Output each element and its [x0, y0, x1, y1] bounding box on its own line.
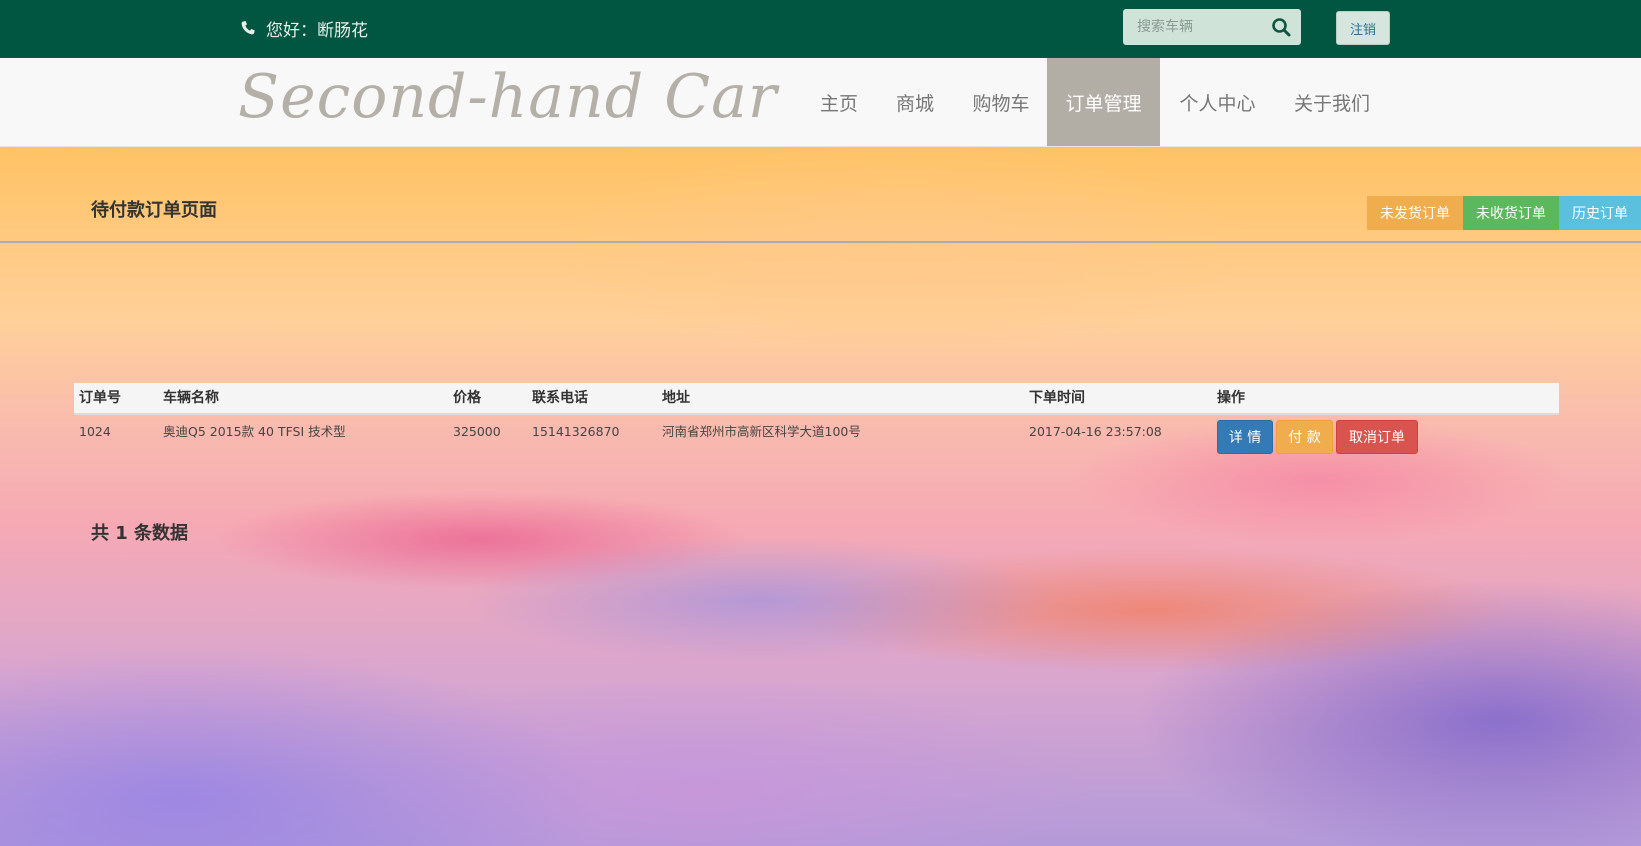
- column-phone: 联系电话: [532, 390, 588, 406]
- nav-item-home[interactable]: 主页: [806, 58, 872, 146]
- table-header: 订单号 车辆名称 价格 联系电话 地址 下单时间 操作: [74, 383, 1559, 415]
- cell-price: 325000: [453, 424, 501, 439]
- nav-item-orders[interactable]: 订单管理: [1047, 58, 1160, 146]
- cell-car-name: 奥迪Q5 2015款 40 TFSI 技术型: [163, 424, 346, 439]
- order-pay-button[interactable]: 付 款: [1276, 420, 1333, 454]
- unreceived-orders-button[interactable]: 未收货订单: [1463, 196, 1559, 230]
- nav-item-about[interactable]: 关于我们: [1282, 58, 1382, 146]
- top-bar: 您好：断肠花 注销: [0, 0, 1641, 58]
- column-price: 价格: [453, 390, 481, 406]
- search-icon[interactable]: [1271, 17, 1291, 37]
- nav-item-cart[interactable]: 购物车: [958, 58, 1044, 146]
- greeting-text: 您好：断肠花: [266, 20, 368, 41]
- cell-address: 河南省郑州市高新区科学大道100号: [662, 424, 861, 439]
- column-car-name: 车辆名称: [163, 390, 219, 406]
- search-box: [1123, 9, 1301, 45]
- section-divider: [0, 241, 1641, 243]
- column-order-time: 下单时间: [1029, 390, 1085, 406]
- nav-item-mall[interactable]: 商城: [882, 58, 948, 146]
- total-count: 共 1 条数据: [91, 523, 189, 544]
- column-actions: 操作: [1217, 390, 1245, 406]
- phone-icon: [241, 21, 255, 35]
- unshipped-orders-button[interactable]: 未发货订单: [1367, 196, 1463, 230]
- search-input[interactable]: [1135, 18, 1269, 36]
- history-orders-button[interactable]: 历史订单: [1559, 196, 1641, 230]
- page-title: 待付款订单页面: [91, 200, 217, 221]
- nav-item-profile[interactable]: 个人中心: [1163, 58, 1272, 146]
- cell-order-id: 1024: [79, 424, 111, 439]
- cell-phone: 15141326870: [532, 424, 620, 439]
- column-address: 地址: [662, 390, 690, 406]
- logout-button[interactable]: 注销: [1336, 11, 1390, 45]
- user-greeting: 您好：断肠花: [240, 14, 368, 42]
- column-order-id: 订单号: [79, 390, 121, 406]
- site-logo[interactable]: Second-hand Car: [238, 62, 778, 132]
- order-details-button[interactable]: 详 情: [1217, 420, 1273, 454]
- cancel-order-button[interactable]: 取消订单: [1336, 420, 1418, 454]
- main-navbar: Second-hand Car 主页 商城 购物车 订单管理 个人中心 关于我们: [0, 58, 1641, 147]
- cell-order-time: 2017-04-16 23:57:08: [1029, 424, 1162, 439]
